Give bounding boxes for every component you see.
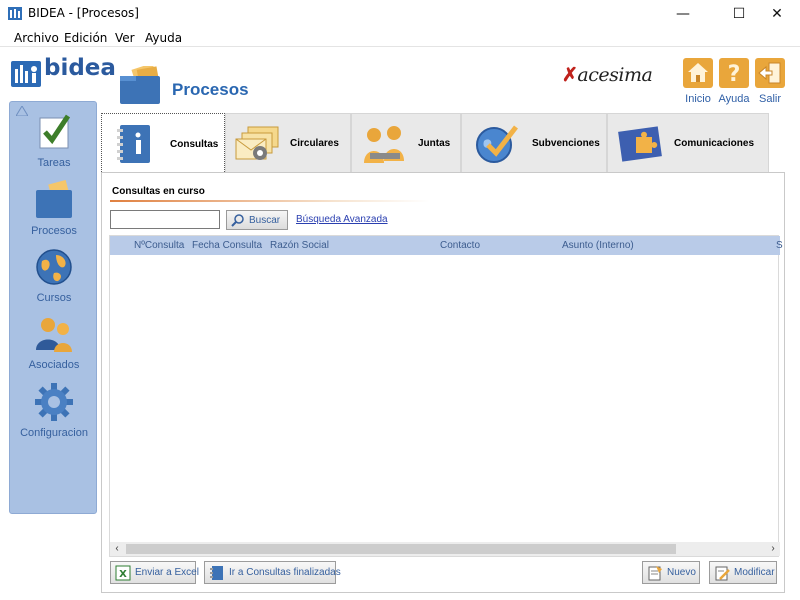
search-button-label: Buscar — [249, 214, 281, 226]
section-divider — [110, 200, 430, 202]
partner-logo: ✗acesima — [562, 64, 653, 86]
folder-icon — [36, 179, 72, 218]
processes-folder-icon — [120, 66, 160, 104]
column-header[interactable]: NºConsulta — [134, 240, 184, 251]
excel-icon: X — [115, 565, 131, 580]
help-icon: ? — [719, 58, 749, 88]
menu-ayuda[interactable]: Ayuda — [145, 31, 182, 45]
advanced-search-link[interactable]: Búsqueda Avanzada — [296, 214, 388, 225]
globe-icon — [36, 249, 72, 285]
sidebar-item-procesos[interactable]: Procesos — [10, 179, 98, 237]
exit-label: Salir — [758, 93, 781, 105]
svg-text:X: X — [119, 569, 127, 580]
table-header: NºConsulta Fecha Consulta Razón Social C… — [110, 236, 783, 255]
globe-check-icon — [476, 124, 518, 163]
column-header[interactable]: Asunto (Interno) — [562, 240, 634, 251]
sidebar-item-label: Cursos — [36, 292, 72, 304]
finished-consultas-button[interactable]: Ir a Consultas finalizadas — [204, 561, 341, 584]
sidebar: Tareas Procesos Cursos Asociados Configu… — [9, 101, 97, 514]
column-header[interactable]: S — [776, 240, 783, 251]
modify-button[interactable]: Modificar — [709, 561, 777, 584]
tab-label: Circulares — [290, 138, 339, 149]
menu-edicion[interactable]: Edición — [64, 31, 107, 45]
tab-label: Comunicaciones — [674, 138, 755, 149]
window-title: BIDEA - [Procesos] — [28, 6, 139, 20]
new-button[interactable]: Nuevo — [642, 561, 700, 584]
menu-archivo[interactable]: Archivo — [14, 31, 59, 45]
exit-icon — [755, 58, 785, 88]
scroll-right-icon[interactable]: › — [766, 542, 780, 556]
consultas-table[interactable]: NºConsulta Fecha Consulta Razón Social C… — [109, 235, 783, 557]
menu-ver[interactable]: Ver — [115, 31, 135, 45]
sidebar-item-label: Configuracion — [20, 427, 88, 439]
section-title: Consultas en curso — [112, 186, 205, 197]
search-button[interactable]: Buscar — [226, 210, 288, 230]
svg-text:?: ? — [728, 62, 741, 87]
meeting-people-icon — [364, 125, 404, 163]
sidebar-item-label: Tareas — [37, 157, 71, 169]
home-icon — [683, 58, 713, 88]
button-label: Nuevo — [667, 567, 696, 578]
gear-icon — [35, 383, 73, 421]
sidebar-item-configuracion[interactable]: Configuracion — [10, 382, 98, 439]
partner-logo-symbol: ✗ — [562, 64, 578, 86]
button-label: Ir a Consultas finalizadas — [229, 567, 341, 578]
exit-button[interactable]: Salir — [752, 58, 788, 105]
process-tabs: Consultas Circulares Juntas Subvenciones… — [101, 113, 789, 174]
search-icon — [231, 214, 244, 227]
envelopes-gear-icon — [235, 126, 279, 160]
title-bar: BIDEA - [Procesos] — ☐ ✕ — [0, 0, 800, 28]
tasks-checkmark-icon — [39, 114, 71, 149]
search-input[interactable] — [110, 210, 220, 229]
tab-label: Subvenciones — [532, 138, 600, 149]
sidebar-item-label: Procesos — [31, 225, 77, 237]
logo-text: bidea — [44, 55, 116, 81]
puzzle-board-icon — [618, 125, 662, 162]
sidebar-item-asociados[interactable]: Asociados — [10, 314, 98, 371]
page-title: Procesos — [172, 80, 249, 99]
home-button[interactable]: Inicio — [680, 58, 716, 105]
tab-consultas[interactable]: Consultas — [101, 113, 225, 174]
bidea-logo-icon — [11, 61, 41, 87]
column-header[interactable]: Fecha Consulta — [192, 240, 262, 251]
people-icon — [36, 318, 72, 352]
close-button[interactable]: ✕ — [754, 0, 800, 28]
tab-juntas[interactable]: Juntas — [351, 113, 461, 173]
new-document-icon — [648, 565, 662, 580]
export-excel-button[interactable]: X Enviar a Excel — [110, 561, 199, 584]
tab-comunicaciones[interactable]: Comunicaciones — [607, 113, 769, 173]
column-header[interactable]: Razón Social — [270, 240, 329, 251]
column-header[interactable]: Contacto — [440, 240, 480, 251]
home-label: Inicio — [685, 93, 711, 105]
button-label: Modificar — [734, 567, 775, 578]
scroll-left-icon[interactable]: ‹ — [110, 542, 124, 556]
app-window: BIDEA - [Procesos] — ☐ ✕ Archivo Edición… — [0, 0, 800, 600]
scrollbar-thumb[interactable] — [126, 544, 676, 554]
notebook-info-icon — [117, 125, 150, 163]
app-logo-icon — [8, 7, 22, 20]
sidebar-item-cursos[interactable]: Cursos — [10, 247, 98, 304]
notebook-icon — [210, 565, 223, 580]
partner-logo-text: acesima — [577, 64, 653, 86]
button-label: Enviar a Excel — [135, 567, 199, 578]
tab-subvenciones[interactable]: Subvenciones — [461, 113, 607, 173]
sidebar-item-tareas[interactable]: Tareas — [10, 112, 98, 169]
edit-document-icon — [715, 566, 730, 580]
minimize-button[interactable]: — — [660, 0, 706, 28]
tab-circulares[interactable]: Circulares — [225, 113, 351, 173]
help-label: Ayuda — [718, 93, 750, 105]
tab-label: Juntas — [418, 138, 451, 149]
consultas-panel: Consultas en curso Buscar Búsqueda Avanz… — [101, 172, 785, 593]
horizontal-scrollbar[interactable]: ‹ › — [110, 542, 780, 556]
tab-label: Consultas — [170, 138, 219, 150]
sidebar-item-label: Asociados — [28, 359, 80, 371]
menu-bar: Archivo Edición Ver Ayuda — [0, 28, 800, 47]
help-button[interactable]: ? Ayuda — [716, 58, 752, 105]
